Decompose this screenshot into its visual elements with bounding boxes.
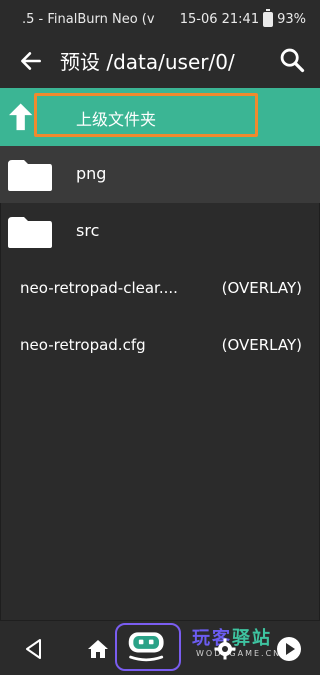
parent-folder-label: 上级文件夹 <box>76 110 157 129</box>
parent-folder-row[interactable]: 上级文件夹 <box>0 88 320 146</box>
folder-name: src <box>76 221 100 240</box>
back-arrow-icon[interactable] <box>18 48 44 74</box>
robot-icon <box>128 632 164 662</box>
folder-name: png <box>76 164 107 183</box>
search-icon[interactable] <box>278 46 306 74</box>
nav-back-icon[interactable] <box>22 637 46 661</box>
file-row[interactable]: neo-retropad.cfg (OVERLAY) <box>0 317 320 374</box>
folder-row-src[interactable]: src <box>0 203 320 260</box>
folder-icon <box>8 160 52 191</box>
robot-logo[interactable] <box>115 623 181 671</box>
file-type: (OVERLAY) <box>221 279 302 297</box>
file-row[interactable]: neo-retropad-clear.... (OVERLAY) <box>0 260 320 317</box>
watermark-cn-b: 驿站 <box>232 628 272 649</box>
status-right: 15-06 21:41 93% <box>179 9 306 27</box>
gear-icon[interactable] <box>213 637 237 661</box>
bottom-nav: 玩客驿站 WODEGAME.CN <box>0 620 320 675</box>
status-bar: .5 - FinalBurn Neo (v 15-06 21:41 93% <box>0 0 320 34</box>
watermark-en: WODEGAME.CN <box>196 649 282 658</box>
file-type: (OVERLAY) <box>221 336 302 354</box>
file-name: neo-retropad.cfg <box>20 336 146 354</box>
battery-icon <box>263 9 274 27</box>
battery-percent: 93% <box>277 12 306 27</box>
file-list: 上级文件夹 png src neo-retropad-clear.... (OV… <box>0 88 320 374</box>
play-icon[interactable] <box>276 636 302 662</box>
status-datetime: 15-06 21:41 <box>179 12 260 27</box>
folder-icon <box>8 217 52 248</box>
status-app-text: .5 - FinalBurn Neo (v <box>22 12 155 27</box>
toolbar: 预设 /data/user/0/ <box>0 34 320 88</box>
home-icon[interactable] <box>86 637 110 661</box>
folder-row-png[interactable]: png <box>0 146 320 203</box>
page-title: 预设 /data/user/0/ <box>60 50 235 74</box>
file-name: neo-retropad-clear.... <box>20 279 178 297</box>
